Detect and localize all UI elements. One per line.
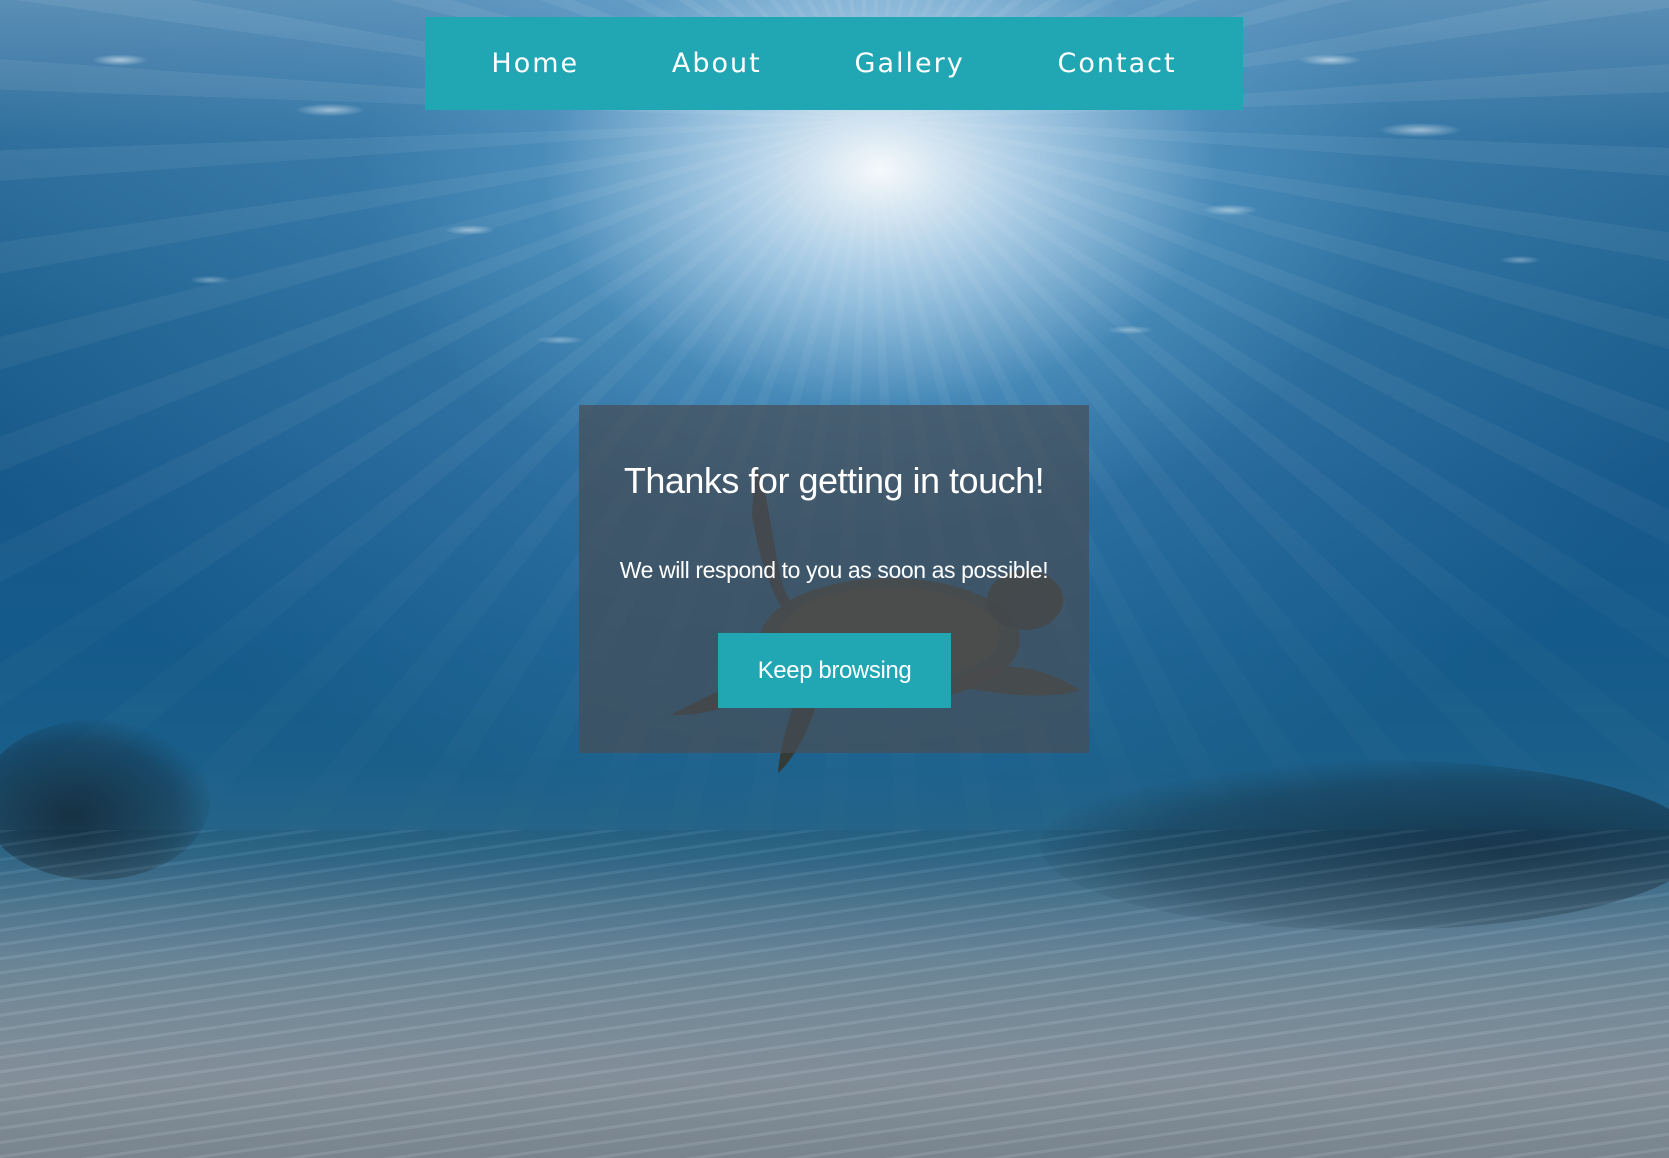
sandy-seabed [0,830,1669,1158]
nav-link-home[interactable]: Home [491,48,579,79]
nav-link-gallery[interactable]: Gallery [855,48,965,79]
keep-browsing-button[interactable]: Keep browsing [718,633,951,708]
nav-link-contact[interactable]: Contact [1058,48,1177,79]
confirmation-title: Thanks for getting in touch! [623,460,1045,501]
main-navigation: Home About Gallery Contact [425,17,1243,110]
confirmation-card: Thanks for getting in touch! We will res… [579,405,1089,753]
confirmation-message: We will respond to you as soon as possib… [619,557,1049,583]
nav-link-about[interactable]: About [672,48,762,79]
